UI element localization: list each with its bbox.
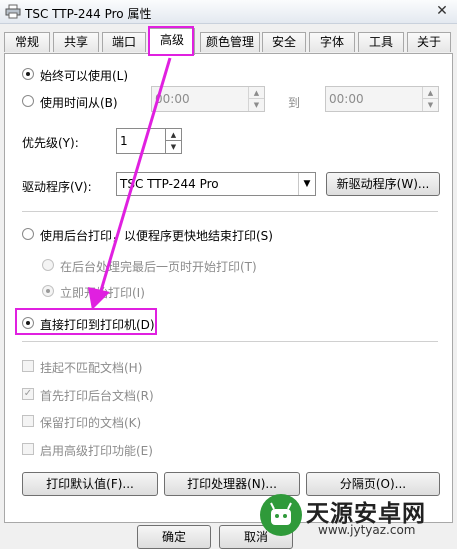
driver-select-value: TSC TTP-244 Pro — [120, 177, 219, 191]
tab-strip: 常规 共享 端口 高级 颜色管理 安全 字体 工具 关于 — [0, 28, 457, 55]
window-title: TSC TTP-244 Pro 属性 — [25, 7, 152, 21]
divider — [22, 341, 438, 342]
tab-color-management[interactable]: 颜色管理 — [200, 32, 260, 52]
to-time-spinner[interactable]: ▲ ▼ — [422, 87, 438, 111]
priority-label: 优先级(Y): — [22, 136, 79, 150]
always-available-label: 始终可以使用(L) — [40, 69, 129, 83]
spin-down-icon[interactable]: ▼ — [166, 141, 181, 153]
tab-about[interactable]: 关于 — [407, 32, 451, 52]
to-time-value: 00:00 — [329, 92, 364, 106]
start-immediately-radio[interactable] — [42, 285, 54, 297]
new-driver-button[interactable]: 新驱动程序(W)... — [326, 172, 440, 196]
always-available-radio[interactable] — [22, 68, 34, 80]
start-immediately-label: 立即开始打印(I) — [60, 286, 145, 300]
advanced-features-label: 启用高级打印功能(E) — [40, 444, 153, 458]
priority-value: 1 — [120, 134, 128, 148]
tab-general[interactable]: 常规 — [4, 32, 50, 52]
spin-down-icon[interactable]: ▼ — [423, 99, 438, 111]
spin-down-icon[interactable]: ▼ — [249, 99, 264, 111]
tab-ports[interactable]: 端口 — [102, 32, 146, 52]
keep-printed-label: 保留打印的文档(K) — [40, 416, 142, 430]
option-highlight-box — [15, 308, 157, 335]
spin-up-icon[interactable]: ▲ — [249, 87, 264, 99]
to-label: 到 — [288, 96, 301, 110]
keep-printed-checkbox[interactable] — [22, 415, 34, 427]
separator-page-button[interactable]: 分隔页(O)... — [306, 472, 440, 496]
spin-up-icon[interactable]: ▲ — [166, 129, 181, 141]
to-time-input[interactable]: 00:00 ▲ ▼ — [325, 86, 439, 112]
close-button[interactable]: ✕ — [430, 2, 454, 20]
driver-select[interactable]: TSC TTP-244 Pro ▼ — [116, 172, 316, 196]
from-time-input[interactable]: 00:00 ▲ ▼ — [151, 86, 265, 112]
watermark-url: www.jytyaz.com — [318, 523, 416, 537]
driver-label: 驱动程序(V): — [22, 180, 92, 194]
priority-spinner[interactable]: ▲ ▼ — [165, 129, 181, 153]
chevron-down-icon[interactable]: ▼ — [298, 173, 315, 195]
available-from-radio[interactable] — [22, 95, 34, 107]
spin-up-icon[interactable]: ▲ — [423, 87, 438, 99]
start-after-last-page-label: 在后台处理完最后一页时开始打印(T) — [60, 260, 257, 274]
print-spooled-first-label: 首先打印后台文档(R) — [40, 389, 154, 403]
tab-highlight-box — [148, 26, 194, 56]
printer-icon — [5, 4, 21, 19]
divider — [22, 211, 438, 212]
priority-input[interactable]: 1 ▲ ▼ — [116, 128, 182, 154]
print-spooled-first-checkbox[interactable]: ✓ — [22, 388, 34, 400]
title-bar: TSC TTP-244 Pro 属性 ✕ — [0, 0, 457, 24]
tab-fonts[interactable]: 字体 — [309, 32, 355, 52]
hold-mismatched-checkbox[interactable] — [22, 360, 34, 372]
start-after-last-page-radio[interactable] — [42, 259, 54, 271]
available-from-label: 使用时间从(B) — [40, 96, 118, 110]
tab-security[interactable]: 安全 — [262, 32, 306, 52]
from-time-spinner[interactable]: ▲ ▼ — [248, 87, 264, 111]
from-time-value: 00:00 — [155, 92, 190, 106]
tab-tools[interactable]: 工具 — [358, 32, 404, 52]
spool-radio[interactable] — [22, 228, 34, 240]
tab-sharing[interactable]: 共享 — [53, 32, 99, 52]
ok-button[interactable]: 确定 — [137, 525, 211, 549]
printing-defaults-button[interactable]: 打印默认值(F)... — [22, 472, 158, 496]
advanced-features-checkbox[interactable] — [22, 443, 34, 455]
hold-mismatched-label: 挂起不匹配文档(H) — [40, 361, 143, 375]
spool-label: 使用后台打印，以便程序更快地结束打印(S) — [40, 229, 273, 243]
watermark-logo-icon — [260, 494, 302, 536]
